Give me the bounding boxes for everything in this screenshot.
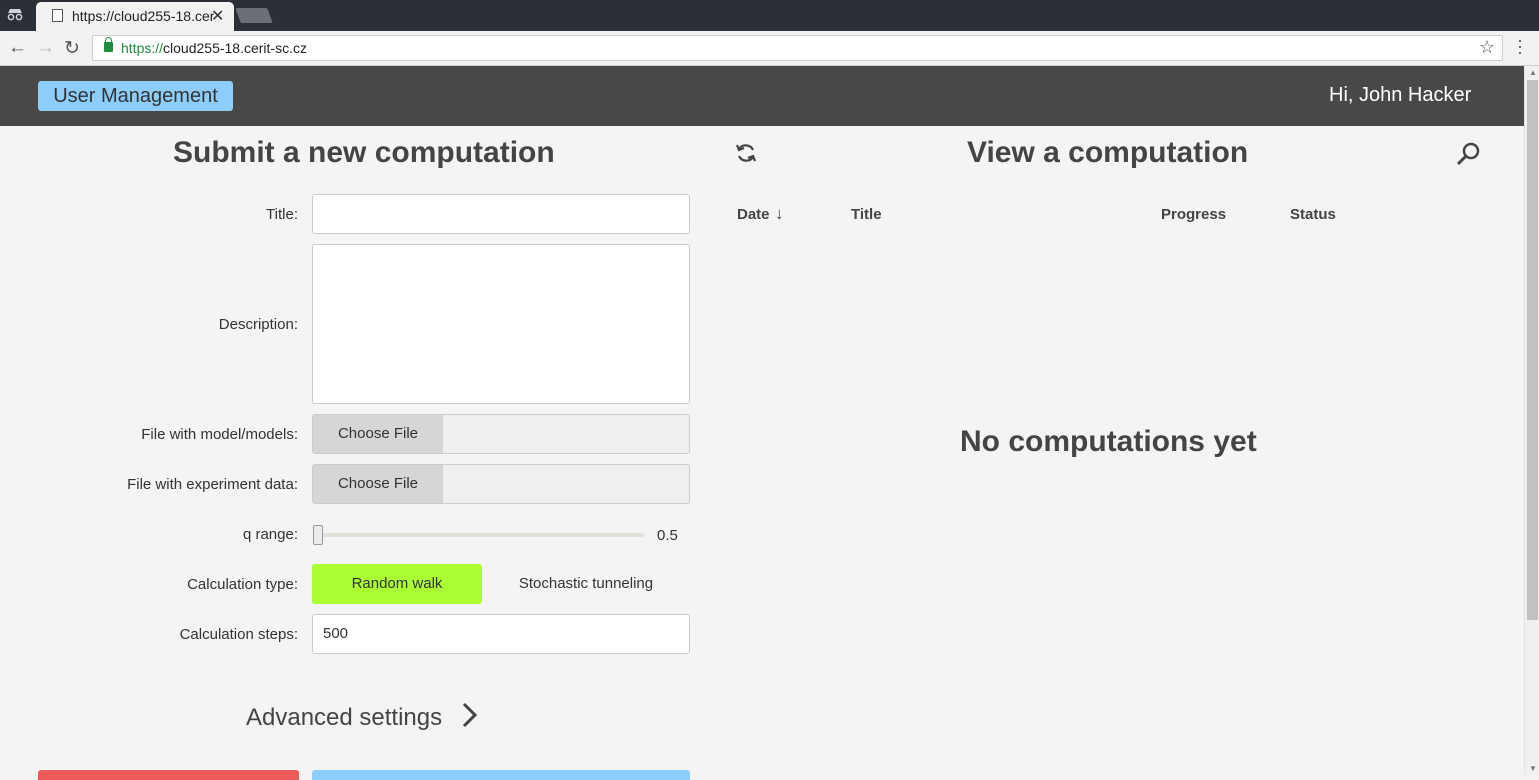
description-label: Description: [218,316,298,333]
url-scheme: https:// [121,40,164,56]
incognito-icon [6,7,26,23]
calc-type-random-walk[interactable]: Random walk [312,564,482,604]
description-textarea[interactable] [312,244,690,404]
address-bar[interactable]: https://cloud255-18.cerit-sc.cz ☆ [92,35,1503,61]
experiment-file-label: File with experiment data: [127,476,298,493]
refresh-icon[interactable] [734,141,758,165]
title-label: Title: [266,206,298,223]
bookmark-star-icon[interactable]: ☆ [1479,37,1495,58]
choose-model-file-button[interactable]: Choose File [313,415,443,453]
submit-heading: Submit a new computation [173,136,555,169]
page-scrollbar[interactable]: ▲ ▼ [1524,66,1539,775]
forward-arrow-icon[interactable]: → [36,37,55,59]
url-text: https://cloud255-18.cerit-sc.cz [121,40,307,56]
user-management-button[interactable]: User Management [38,81,233,111]
choose-experiment-file-button[interactable]: Choose File [313,465,443,503]
q-range-slider[interactable] [318,533,644,537]
calc-type-stochastic-tunneling[interactable]: Stochastic tunneling [490,564,682,604]
browser-toolbar: ← → ↻ https://cloud255-18.cerit-sc.cz ☆ … [0,31,1539,66]
calc-steps-input[interactable]: 500 [312,614,690,654]
tab-title: https://cloud255-18.cerit-sc.cz [72,8,214,24]
browser-tab[interactable]: https://cloud255-18.cerit-sc.cz ✕ [36,2,234,31]
scrollbar-thumb[interactable] [1527,80,1538,620]
calc-type-label: Calculation type: [187,576,298,593]
url-host: cloud255-18.cerit-sc.cz [163,40,307,56]
search-icon[interactable] [1455,140,1483,168]
submit-button[interactable] [312,770,690,780]
app-header: User Management Hi, John Hacker [0,66,1539,126]
page-favicon-icon [52,9,63,22]
new-tab-button[interactable] [235,8,273,23]
reset-button[interactable] [38,770,299,780]
model-file-label: File with model/models: [141,426,298,443]
advanced-settings-toggle[interactable]: Advanced settings [246,704,442,732]
scroll-down-icon[interactable]: ▼ [1529,764,1537,773]
experiment-file-input[interactable]: Choose File [312,464,690,504]
empty-state-text: No computations yet [960,425,1257,458]
calc-steps-label: Calculation steps: [179,626,298,643]
q-range-slider-handle[interactable] [313,525,323,545]
column-header-progress[interactable]: Progress [1161,206,1226,223]
reload-icon[interactable]: ↻ [64,37,80,60]
column-header-title[interactable]: Title [851,206,882,223]
column-header-status[interactable]: Status [1290,206,1336,223]
sort-descending-icon[interactable]: ↓ [775,204,784,224]
back-arrow-icon[interactable]: ← [8,37,27,59]
column-header-date[interactable]: Date [737,206,770,223]
close-icon[interactable]: ✕ [211,6,224,26]
chevron-right-icon[interactable] [460,701,480,736]
model-file-input[interactable]: Choose File [312,414,690,454]
lock-icon [104,37,113,52]
user-greeting: Hi, John Hacker [1329,84,1472,106]
q-range-value: 0.5 [657,527,678,544]
title-input[interactable] [312,194,690,234]
scroll-up-icon[interactable]: ▲ [1529,68,1537,77]
q-range-label: q range: [242,526,298,543]
browser-menu-icon[interactable]: · · · [1517,31,1523,61]
browser-tab-bar: https://cloud255-18.cerit-sc.cz ✕ [0,0,1539,31]
view-heading: View a computation [967,136,1249,169]
